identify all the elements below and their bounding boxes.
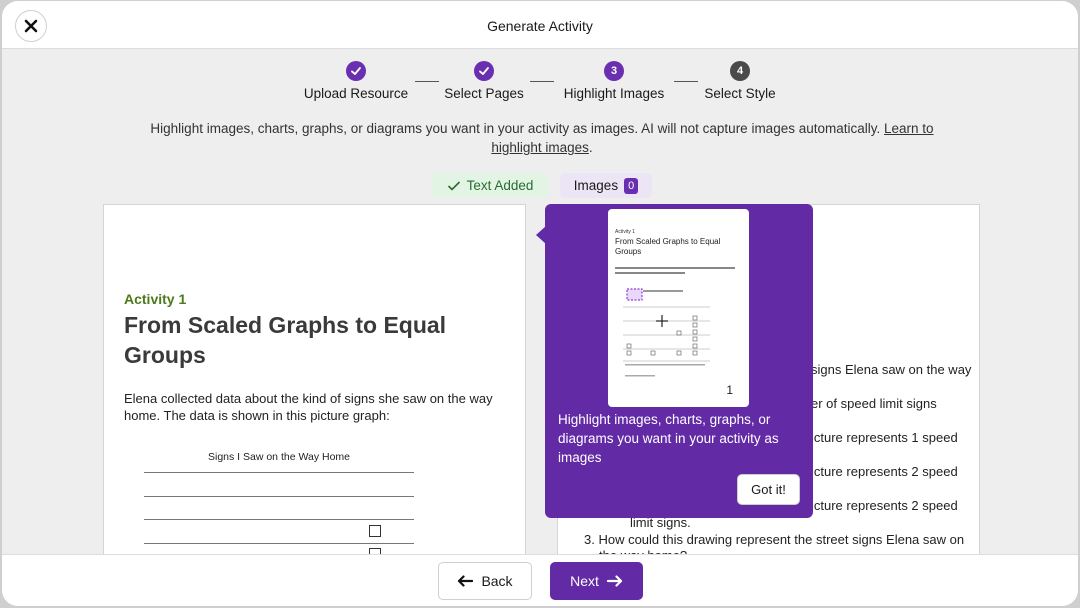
generate-activity-modal: Generate Activity Upload Resource Select… bbox=[2, 1, 1078, 606]
thumb-activity-label: Activity 1 bbox=[615, 229, 636, 235]
step-upload-resource[interactable]: Upload Resource bbox=[286, 61, 426, 101]
document-page-left[interactable]: Activity 1 From Scaled Graphs to Equal G… bbox=[103, 204, 526, 556]
activity-body: Elena collected data about the kind of s… bbox=[124, 391, 493, 423]
instructions: Highlight images, charts, graphs, or dia… bbox=[150, 121, 934, 155]
thumb-picture-graph bbox=[623, 288, 710, 377]
instructions-text: Highlight images, charts, graphs, or dia… bbox=[150, 121, 881, 136]
activity-title: From Scaled Graphs to Equal Groups bbox=[124, 312, 447, 368]
thumb-title: From Scaled Graphs to Equal Groups bbox=[615, 237, 721, 256]
arrow-right-icon bbox=[606, 575, 622, 587]
page-text-line: er of speed limit signs bbox=[811, 396, 937, 411]
page-text-line: icture represents 2 speed bbox=[811, 464, 958, 479]
graph-rule bbox=[144, 496, 414, 497]
checkmark-icon bbox=[447, 180, 460, 191]
modal-footer: Back Next bbox=[2, 554, 1078, 606]
highlight-tip-popover: Activity 1 From Scaled Graphs to Equal G… bbox=[545, 204, 813, 518]
tab-images-label: Images bbox=[573, 178, 619, 193]
back-label: Back bbox=[481, 573, 513, 589]
graph-title: Signs I Saw on the Way Home bbox=[207, 451, 350, 463]
modal-header: Generate Activity bbox=[2, 1, 1078, 49]
tab-images[interactable]: Images 0 bbox=[560, 173, 652, 198]
step-number: 4 bbox=[730, 61, 750, 81]
page-text-line: icture represents 2 speed bbox=[811, 498, 958, 513]
step-number: 3 bbox=[604, 61, 624, 81]
graph-square-icon bbox=[369, 525, 381, 537]
page-text-line: icture represents 1 speed bbox=[811, 430, 958, 445]
arrow-left-icon bbox=[458, 575, 474, 587]
modal-title: Generate Activity bbox=[487, 18, 593, 34]
step-label: Upload Resource bbox=[303, 86, 409, 101]
back-button[interactable]: Back bbox=[438, 562, 532, 600]
next-label: Next bbox=[570, 573, 599, 589]
thumb-page-number: 1 bbox=[726, 383, 733, 397]
step-label: Highlight Images bbox=[563, 86, 665, 101]
next-button[interactable]: Next bbox=[550, 562, 643, 600]
graph-rule bbox=[144, 519, 414, 520]
activity-label: Activity 1 bbox=[124, 291, 187, 307]
step-select-style[interactable]: 4 Select Style bbox=[670, 61, 810, 101]
check-icon bbox=[474, 61, 494, 81]
page-thumbnail: Activity 1 From Scaled Graphs to Equal G… bbox=[608, 209, 749, 407]
page-text-line: signs Elena saw on the way bbox=[811, 362, 972, 377]
step-label: Select Pages bbox=[444, 86, 524, 101]
graph-rule bbox=[144, 543, 414, 544]
page-text-line: 3. How could this drawing represent the … bbox=[584, 532, 965, 547]
tab-text-added-label: Text Added bbox=[466, 178, 534, 193]
step-label: Select Style bbox=[704, 86, 776, 101]
got-it-button[interactable]: Got it! bbox=[737, 474, 800, 505]
images-count-badge: 0 bbox=[624, 177, 639, 194]
graph-rule bbox=[144, 472, 414, 473]
tab-text-added[interactable]: Text Added bbox=[432, 173, 548, 198]
popover-text: Highlight images, charts, graphs, or dia… bbox=[558, 412, 779, 465]
check-icon bbox=[346, 61, 366, 81]
step-highlight-images[interactable]: 3 Highlight Images bbox=[544, 61, 684, 101]
thumb-text-lines bbox=[615, 267, 735, 274]
